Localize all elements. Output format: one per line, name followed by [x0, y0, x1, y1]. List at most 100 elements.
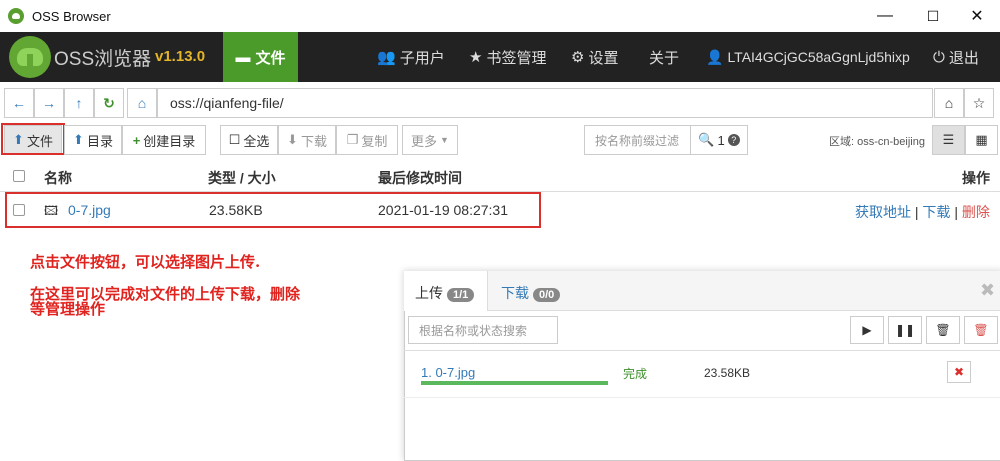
trash-red-icon: 🗑	[973, 323, 989, 337]
list-icon: ☰	[942, 132, 955, 147]
get-url-link[interactable]: 获取地址	[855, 204, 911, 220]
transfer-item-name: 1. 0-7.jpg	[421, 365, 476, 380]
nav-bookmarks[interactable]: ★ 书签管理	[469, 32, 546, 82]
transfer-search-input[interactable]: 根据名称或状态搜索	[408, 316, 558, 344]
transfer-progress-track	[421, 381, 608, 385]
nav-about[interactable]: 关于	[649, 32, 679, 82]
create-dir-label: 创建目录	[143, 133, 196, 149]
action-separator: |	[954, 204, 958, 220]
nav-settings-label: 设置	[588, 49, 619, 67]
home-icon: ⌂	[137, 95, 147, 111]
copy-label: 复制	[361, 133, 388, 149]
copy-icon: ❐	[346, 132, 359, 147]
transfer-item-row	[404, 350, 1000, 398]
bookmark-button[interactable]: ☆	[964, 88, 994, 118]
delete-link[interactable]: 删除	[962, 204, 990, 220]
select-all-checkbox[interactable]	[13, 170, 25, 182]
nav-files-tab[interactable]: ▬ 文件	[223, 32, 298, 82]
download-tab-text: 下载	[501, 285, 529, 301]
upload-dir-button[interactable]: ⬆ 目录	[64, 125, 122, 155]
upload-icon: ⬆	[73, 132, 84, 147]
filter-input[interactable]: 按名称前缀过滤	[584, 125, 691, 155]
download-link[interactable]: 下载	[922, 204, 950, 220]
row-actions: 获取地址 | 下载 | 删除	[855, 202, 990, 222]
select-all-button[interactable]: ☐ 全选	[220, 125, 278, 155]
nav-files-label: 文件	[255, 49, 286, 67]
nav-account[interactable]: 👤 LTAI4GCjGC58aGgnLjd5hixp	[706, 32, 910, 82]
close-window-button[interactable]: ✕	[954, 0, 1000, 32]
plus-icon: +	[132, 132, 141, 148]
oss-cloud-logo-icon	[9, 36, 51, 78]
refresh-button[interactable]: ↻	[94, 88, 124, 118]
table-header	[0, 162, 1000, 192]
refresh-icon: ↻	[103, 94, 115, 111]
col-actions: 操作	[962, 170, 990, 186]
arrow-left-icon: ←	[12, 95, 26, 111]
address-input[interactable]: oss://qianfeng-file/	[157, 88, 933, 118]
window-title: OSS Browser	[32, 8, 111, 24]
transfer-tab-strip	[488, 271, 1000, 311]
user-icon: 👤	[706, 48, 724, 65]
col-type-size: 类型 / 大小	[208, 170, 276, 186]
more-dropdown[interactable]: 更多 ▼	[402, 125, 458, 155]
nav-settings[interactable]: ⚙ 设置	[571, 32, 618, 82]
upload-dir-label: 目录	[86, 133, 113, 149]
nav-logout[interactable]: ⏻ 退出	[933, 32, 979, 82]
download-badge: 0/0	[533, 288, 561, 302]
download-button[interactable]: ⬇ 下载	[278, 125, 336, 155]
arrow-right-icon: →	[42, 95, 56, 111]
close-panel-icon[interactable]: ✖	[980, 280, 995, 301]
col-name: 名称	[44, 170, 72, 186]
address-home-button[interactable]: ⌂	[934, 88, 964, 118]
back-button[interactable]: ←	[4, 88, 34, 118]
clear-all-button[interactable]: 🗑	[964, 316, 998, 344]
transfer-progress-fill	[421, 381, 608, 385]
home-button[interactable]: ⌂	[127, 88, 157, 118]
copy-button[interactable]: ❐ 复制	[336, 125, 398, 155]
transfer-item-size: 23.58KB	[704, 366, 751, 380]
home-icon: ⌂	[944, 95, 954, 111]
pause-icon: ❚❚	[894, 323, 916, 337]
nav-sub-users[interactable]: 👥 子用户	[377, 32, 445, 82]
search-icon: 🔍	[698, 132, 715, 147]
download-tab[interactable]: 下载 0/0	[501, 283, 561, 303]
upload-tab-text: 上传	[415, 285, 443, 301]
annotation-line-3: 等管理操作	[30, 300, 106, 318]
up-button[interactable]: ↑	[64, 88, 94, 118]
highlight-box-row	[5, 192, 541, 228]
nav-about-label: 关于	[649, 49, 680, 67]
region-label: 区域: oss-cn-beijing	[829, 136, 925, 148]
pause-all-button[interactable]: ❚❚	[888, 316, 922, 344]
clear-finished-button[interactable]: 🗑	[926, 316, 960, 344]
start-all-button[interactable]: ▶	[850, 316, 884, 344]
app-logo-icon	[8, 8, 24, 24]
highlight-box-upload	[1, 123, 65, 155]
arrow-up-icon: ↑	[75, 95, 83, 111]
nav-bookmarks-label: 书签管理	[486, 49, 547, 67]
folder-icon: ▬	[235, 48, 251, 66]
upload-badge: 1/1	[447, 288, 475, 302]
checkbox-icon: ☐	[228, 132, 241, 147]
top-navbar: OSS浏览器 v1.13.0 ▬ 文件 👥 子用户 ★ 书签管理 ⚙ 设置 关于…	[0, 32, 1000, 82]
list-view-button[interactable]: ☰	[932, 125, 965, 155]
select-all-label: 全选	[243, 133, 270, 149]
search-button[interactable]: 🔍 1 ?	[690, 125, 748, 155]
users-icon: 👥	[377, 49, 396, 66]
col-modified: 最后修改时间	[378, 170, 462, 186]
nav-sub-users-label: 子用户	[399, 49, 445, 67]
help-icon: ?	[727, 134, 740, 146]
minimize-button[interactable]: —	[862, 0, 908, 32]
trash-icon: 🗑	[935, 323, 951, 337]
maximize-button[interactable]: ☐	[910, 0, 956, 32]
forward-button[interactable]: →	[34, 88, 64, 118]
create-dir-button[interactable]: + 创建目录	[122, 125, 206, 155]
title-bar: OSS Browser	[0, 0, 1000, 32]
annotation-line-1: 点击文件按钮，可以选择图片上传.	[30, 253, 261, 271]
remove-item-button[interactable]: ✖	[947, 361, 971, 383]
grid-view-button[interactable]: ▦	[965, 125, 998, 155]
action-separator: |	[914, 204, 919, 220]
more-label: 更多	[411, 133, 438, 149]
search-count: 1	[717, 132, 725, 148]
version-label: v1.13.0	[155, 48, 206, 65]
caret-down-icon: ▼	[440, 135, 449, 145]
